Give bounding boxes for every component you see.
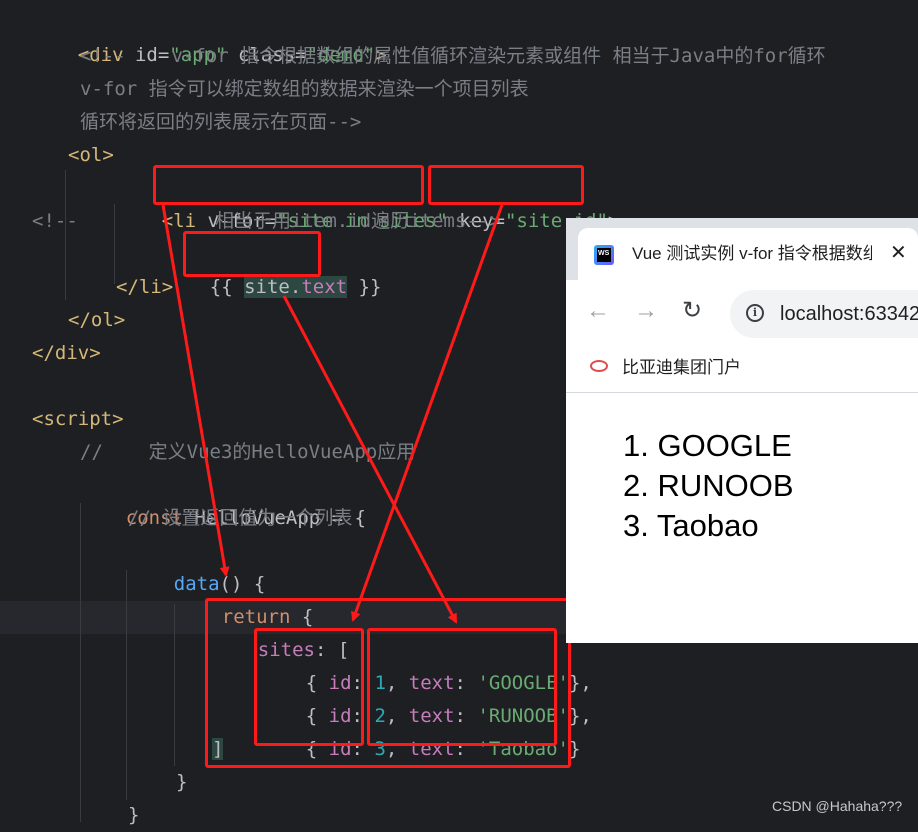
tab-strip: WS Vue 测试实例 v-for 指令根据数组 ✕ bbox=[566, 218, 918, 280]
tab-title: Vue 测试实例 v-for 指令根据数组 bbox=[632, 244, 872, 263]
info-icon[interactable]: i bbox=[746, 304, 764, 322]
bookmarks-bar: 比亚迪集团门户 bbox=[566, 346, 918, 393]
close-icon[interactable]: ✕ bbox=[890, 241, 907, 265]
list-item: 2. RUNOOB bbox=[623, 468, 794, 503]
page-content: 1. GOOGLE 2. RUNOOB 3. Taobao bbox=[566, 393, 918, 643]
site-list: 1. GOOGLE 2. RUNOOB 3. Taobao bbox=[623, 426, 794, 546]
browser-window[interactable]: WS Vue 测试实例 v-for 指令根据数组 ✕ ← → ↻ i local… bbox=[566, 218, 918, 643]
list-item: 3. Taobao bbox=[623, 508, 759, 543]
arrow-key-to-ids bbox=[350, 204, 504, 622]
arrow-vfor-to-sites bbox=[161, 204, 230, 577]
url-text[interactable]: localhost:63342 bbox=[780, 300, 918, 328]
back-arrow-icon[interactable]: ← bbox=[586, 296, 610, 326]
webstorm-icon: WS bbox=[594, 245, 614, 265]
list-item: 1. GOOGLE bbox=[623, 428, 792, 463]
reload-icon[interactable]: ↻ bbox=[682, 296, 702, 326]
webstorm-icon-label: WS bbox=[597, 248, 611, 262]
browser-tab[interactable]: WS Vue 测试实例 v-for 指令根据数组 ✕ bbox=[578, 228, 918, 280]
forward-arrow-icon[interactable]: → bbox=[634, 296, 658, 326]
bookmark-byd[interactable]: 比亚迪集团门户 bbox=[622, 356, 741, 380]
browser-toolbar: ← → ↻ i localhost:63342 bbox=[566, 280, 918, 346]
watermark: CSDN @Hahaha??? bbox=[772, 798, 903, 814]
byd-logo-icon bbox=[590, 360, 608, 372]
address-bar[interactable]: i localhost:63342 bbox=[730, 290, 918, 338]
